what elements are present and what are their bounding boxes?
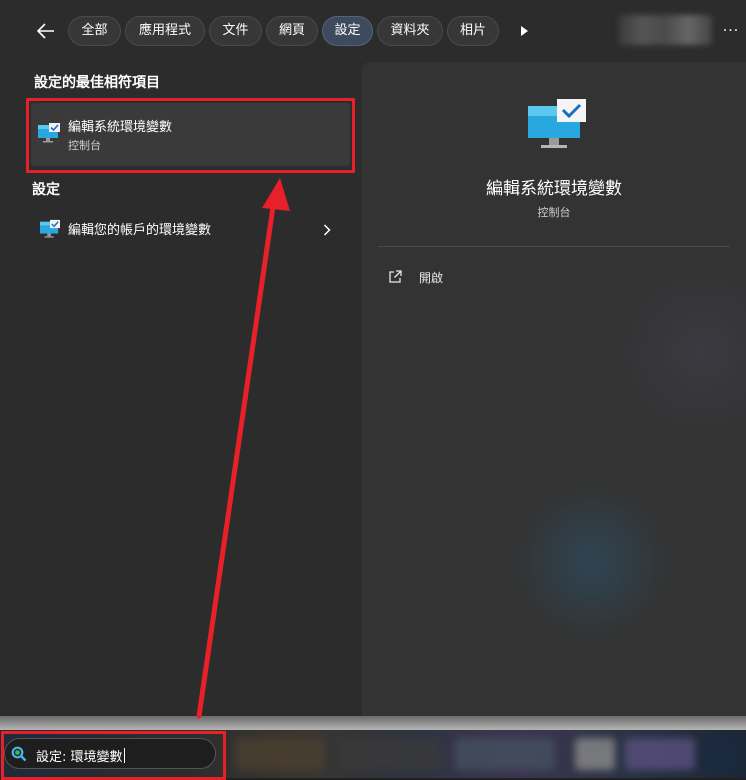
taskbar-app[interactable] [235,738,325,770]
taskbar-app[interactable] [575,738,615,770]
tab-all[interactable]: 全部 [68,16,121,46]
open-external-icon [388,269,402,288]
taskbar-app[interactable] [703,738,746,770]
search-panel: 全部 應用程式 文件 網頁 設定 資料夾 相片 ··· 設定的最佳相符項目 編輯… [0,0,746,716]
background-glow [512,482,672,642]
back-button[interactable] [34,20,58,42]
taskbar-app[interactable] [625,738,695,770]
taskbar-app[interactable] [455,738,555,770]
back-arrow-icon [37,23,54,39]
taskbar-app[interactable] [340,738,440,770]
best-match-heading: 設定的最佳相符項目 [34,75,160,91]
monitor-check-icon [526,98,588,156]
preview-title: 編輯系統環境變數 [486,179,622,199]
monitor-check-icon [39,219,61,243]
tab-photos[interactable]: 相片 [447,16,499,46]
tab-folders[interactable]: 資料夾 [377,16,443,46]
preview-divider [378,246,730,247]
preview-subtitle: 控制台 [537,206,571,219]
highlight-box-result [26,98,355,173]
play-icon [521,26,528,36]
account-avatar[interactable] [618,15,712,45]
tab-documents[interactable]: 文件 [209,16,262,46]
settings-item-user-env-vars[interactable]: 編輯您的帳戶的環境變數 [31,210,350,246]
open-button[interactable]: 開啟 [388,267,508,289]
overflow-menu-button[interactable]: ··· [720,20,742,42]
background-glow [622,242,746,462]
tab-web[interactable]: 網頁 [266,16,318,46]
settings-item-label: 編輯您的帳戶的環境變數 [68,223,212,238]
preview-pane: 編輯系統環境變數 控制台 開啟 [362,62,746,716]
more-tabs-button[interactable] [516,22,532,40]
filter-tab-bar: 全部 應用程式 文件 網頁 設定 資料夾 相片 ··· [0,0,746,62]
highlight-box-search [1,731,226,780]
tab-apps[interactable]: 應用程式 [125,16,205,46]
tab-settings[interactable]: 設定 [322,16,373,46]
taskbar-separator [0,716,746,730]
open-label: 開啟 [419,271,444,285]
settings-heading: 設定 [32,182,60,198]
chevron-right-icon [323,221,331,240]
